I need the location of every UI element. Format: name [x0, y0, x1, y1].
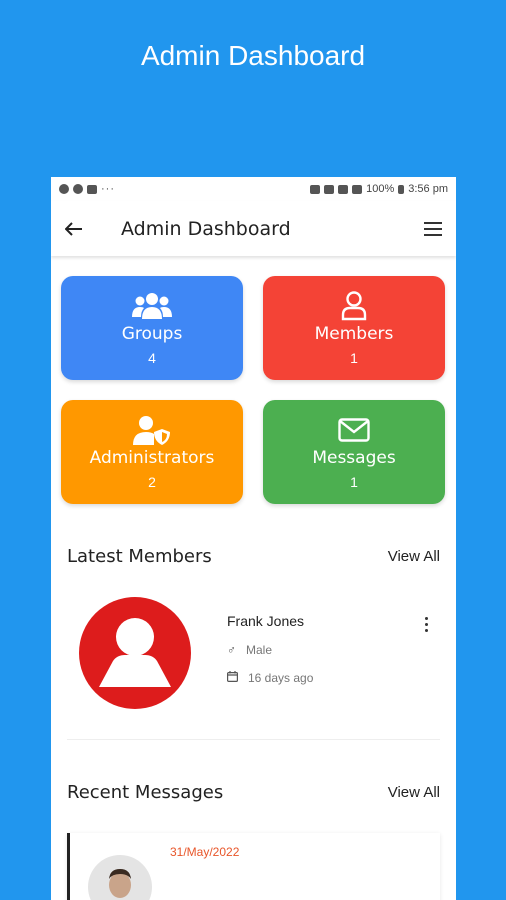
arrow-left-icon[interactable] [64, 216, 105, 242]
members-card[interactable]: Members 1 [263, 276, 445, 380]
status-bar: ··· 100% 3:56 pm [51, 177, 456, 201]
messages-card[interactable]: Messages 1 [263, 400, 445, 504]
member-joined: 16 days ago [248, 671, 314, 685]
member-gender: Male [246, 643, 273, 657]
card-label: Messages [312, 448, 396, 468]
section-title: Latest Members [67, 546, 212, 567]
card-count: 2 [148, 474, 156, 490]
user-shield-icon [133, 414, 171, 446]
sender-avatar [88, 855, 152, 900]
signal-icon [352, 184, 363, 194]
card-count: 1 [350, 474, 358, 490]
card-count: 4 [148, 350, 156, 366]
card-label: Groups [121, 324, 183, 344]
member-joined-row: 16 days ago [227, 671, 313, 685]
stats-grid: Groups 4 Members 1 Administrators 2 Mess… [51, 256, 456, 504]
member-name: Frank Jones [227, 613, 305, 629]
user-icon [340, 290, 368, 322]
message-list-item[interactable]: 31/May/2022 [67, 833, 440, 900]
clock: 3:56 pm [408, 183, 448, 195]
alarm-icon [310, 184, 321, 194]
users-icon [132, 290, 172, 322]
more-icon: ··· [101, 183, 115, 195]
wifi-icon [338, 184, 349, 194]
card-label: Administrators [89, 448, 215, 468]
administrators-card[interactable]: Administrators 2 [61, 400, 243, 504]
app-bar: Admin Dashboard [51, 201, 456, 256]
battery-level: 100% [366, 183, 395, 195]
battery-icon [398, 184, 405, 194]
envelope-icon [338, 414, 370, 446]
member-list-item[interactable]: Frank Jones ♂ Male 16 days ago [51, 597, 456, 709]
view-all-members-link[interactable]: View All [388, 548, 440, 565]
calendar-icon [227, 671, 239, 685]
chat-icon [87, 184, 97, 194]
male-icon: ♂ [227, 643, 236, 657]
groups-card[interactable]: Groups 4 [61, 276, 243, 380]
member-gender-row: ♂ Male [227, 643, 313, 657]
message-date: 31/May/2022 [170, 845, 240, 859]
card-label: Members [314, 324, 394, 344]
latest-members-header: Latest Members View All [51, 546, 456, 567]
hamburger-icon[interactable] [424, 221, 442, 236]
phone-screen: ··· 100% 3:56 pm Admin Dashboard Groups … [51, 177, 456, 900]
cast-icon [324, 184, 335, 194]
section-title: Recent Messages [67, 782, 224, 803]
recent-messages-header: Recent Messages View All [51, 782, 456, 803]
divider [67, 739, 440, 740]
notification-icon [73, 184, 83, 194]
view-all-messages-link[interactable]: View All [388, 784, 440, 801]
page-title: Admin Dashboard [121, 217, 291, 240]
avatar [79, 597, 191, 709]
notification-icon [59, 184, 69, 194]
more-options-icon[interactable] [425, 617, 428, 632]
card-count: 1 [350, 350, 358, 366]
member-info: Frank Jones ♂ Male 16 days ago [191, 597, 313, 709]
promo-title: Admin Dashboard [140, 40, 366, 71]
